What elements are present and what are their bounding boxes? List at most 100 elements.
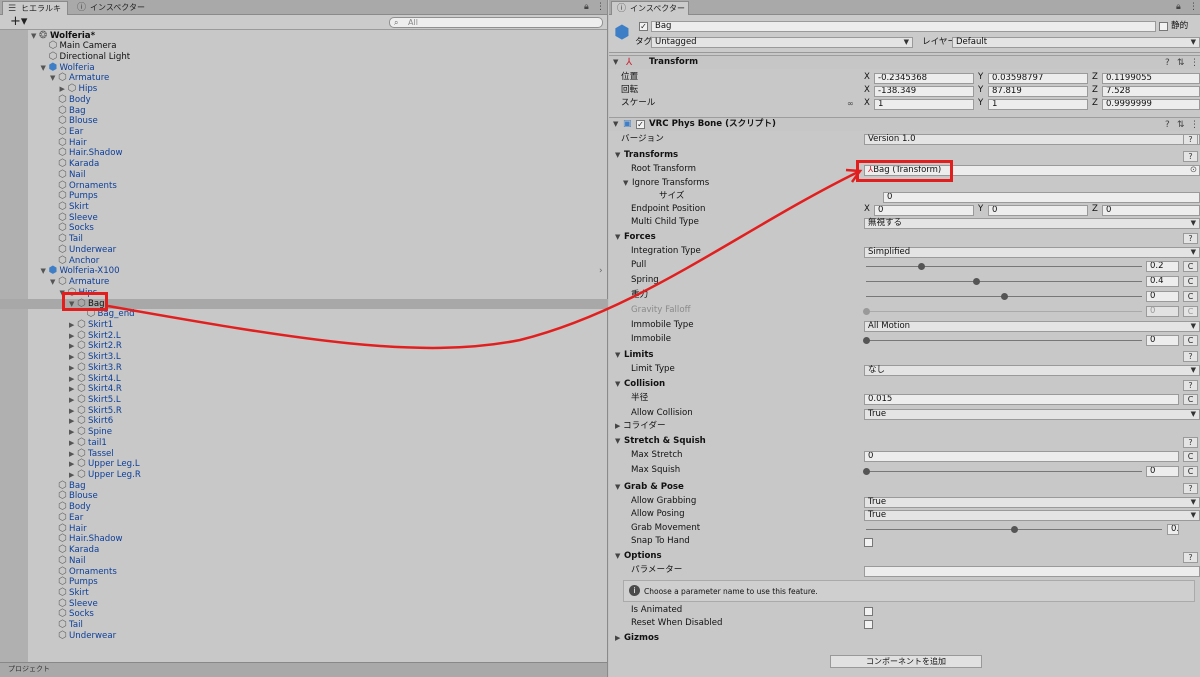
hierarchy-row[interactable]: ⬡ Bag	[0, 480, 608, 492]
endpoint-z-field[interactable]: 0	[1102, 205, 1200, 216]
hierarchy-row[interactable]: ⬡ Bag	[0, 105, 608, 117]
hierarchy-row[interactable]: ⬡ Hair	[0, 137, 608, 149]
hierarchy-row[interactable]: ⬡ Underwear	[0, 244, 608, 256]
hierarchy-row[interactable]: ⬡ Karada	[0, 545, 608, 556]
hierarchy-row[interactable]: ⬡ Skirt	[0, 202, 608, 213]
expand-arrow-right-icon[interactable]: ▶	[69, 438, 74, 448]
gravity-slider-value-field[interactable]: 0	[1146, 291, 1179, 302]
pull-slider-knob[interactable]	[918, 263, 926, 270]
expand-arrow-right-icon[interactable]: ▶	[69, 352, 74, 362]
immobile-slider-knob[interactable]	[863, 337, 870, 344]
hierarchy-row[interactable]: ⬡ Ear	[0, 126, 608, 138]
hierarchy-row[interactable]: ▶ ⬡ Skirt2.L	[0, 330, 608, 342]
expand-arrow-right-icon[interactable]: ▶	[69, 363, 74, 373]
hierarchy-row[interactable]: ⬡ Skirt	[0, 587, 608, 599]
endpoint-x-field[interactable]: 0	[874, 205, 974, 216]
preset-icon[interactable]: ⇅	[1177, 58, 1185, 68]
hierarchy-row[interactable]: ⬡ Sleeve	[0, 212, 608, 224]
hierarchy-search-input[interactable]: ⌕ All	[389, 17, 603, 28]
hierarchy-row[interactable]: ⬡ Main Camera	[0, 41, 608, 52]
hierarchy-row[interactable]: ⬡ Blouse	[0, 491, 608, 502]
hierarchy-row[interactable]: ⬡ Socks	[0, 223, 608, 234]
hierarchy-row[interactable]: ⬡ Hair	[0, 523, 608, 535]
fold-arrow-icon[interactable]: ▼	[615, 350, 620, 361]
scale-z-field[interactable]: 0.9999999	[1102, 99, 1200, 110]
hierarchy-row[interactable]: ▼ ❂ Wolferia*	[0, 30, 608, 42]
expand-arrow-right-icon[interactable]: ▶	[69, 459, 74, 469]
limit-type-dropdown[interactable]: なし ▼	[864, 365, 1200, 376]
hierarchy-row[interactable]: ▶ ⬡ Skirt3.L	[0, 352, 608, 363]
hierarchy-row[interactable]: ⬡ Body	[0, 94, 608, 106]
hierarchy-row[interactable]: ⬡ Ear	[0, 512, 608, 524]
immobile-slider-value-field[interactable]: 0	[1146, 335, 1179, 346]
expand-arrow-right-icon[interactable]: ▶	[69, 341, 74, 351]
help-button[interactable]: ?	[1183, 437, 1198, 448]
hierarchy-row[interactable]: ▶ ⬡ Skirt2.R	[0, 341, 608, 352]
rotation-y-field[interactable]: 87.819	[988, 86, 1088, 97]
hierarchy-row[interactable]: ⬡ Body	[0, 502, 608, 513]
curve-button[interactable]: C	[1183, 451, 1198, 462]
hierarchy-row[interactable]: ⬡ Sleeve	[0, 598, 608, 610]
hierarchy-row[interactable]: ⬡ Tail	[0, 620, 608, 631]
reset-when-disabled-checkbox[interactable]	[864, 620, 873, 629]
hierarchy-row[interactable]: ⬡ Underwear	[0, 630, 608, 642]
fold-arrow-icon[interactable]: ▼	[615, 482, 620, 493]
hierarchy-row[interactable]: ▼ ⬢ Wolferia-X100 ›	[0, 266, 608, 277]
endpoint-y-field[interactable]: 0	[988, 205, 1088, 216]
position-z-field[interactable]: 0.1199055	[1102, 73, 1200, 84]
help-button[interactable]: ?	[1183, 134, 1198, 145]
expand-arrow-down-icon[interactable]: ▼	[41, 63, 46, 73]
grab-movement-slider-knob[interactable]	[1011, 526, 1018, 533]
expand-arrow-right-icon[interactable]: ▶	[69, 374, 74, 384]
fold-arrow-right-icon[interactable]: ▶	[615, 633, 620, 644]
hierarchy-row[interactable]: ▶ ⬡ Upper Leg.L	[0, 459, 608, 470]
lock-icon[interactable]: 🔒︎	[1176, 2, 1181, 12]
help-button[interactable]: ?	[1183, 380, 1198, 391]
spring-slider-value-field[interactable]: 0.4	[1146, 276, 1179, 287]
radius-field[interactable]: 0.015	[864, 394, 1179, 405]
expand-arrow-right-icon[interactable]: ▶	[69, 406, 74, 416]
expand-arrow-right-icon[interactable]: ▶	[69, 427, 74, 437]
chevron-right-icon[interactable]: ›	[599, 266, 603, 276]
max-stretch-field[interactable]: 0	[864, 451, 1179, 462]
allow-grabbing-dropdown[interactable]: True ▼	[864, 497, 1200, 508]
hierarchy-row[interactable]: ⬡ Tail	[0, 234, 608, 245]
kebab-menu-icon[interactable]: ⋮	[596, 2, 605, 12]
spring-slider-knob[interactable]	[973, 278, 981, 285]
hierarchy-row[interactable]: ⬡ Blouse	[0, 116, 608, 127]
hierarchy-row[interactable]: ▶ ⬡ Skirt4.L	[0, 373, 608, 385]
allow-posing-dropdown[interactable]: True ▼	[864, 510, 1200, 521]
fold-arrow-right-icon[interactable]: ▶	[615, 421, 620, 432]
hierarchy-row[interactable]: ⬡ Ornaments	[0, 566, 608, 578]
immobile-type-dropdown[interactable]: All Motion ▼	[864, 321, 1200, 332]
rotation-x-field[interactable]: -138.349	[874, 86, 974, 97]
hierarchy-row[interactable]: ⬡ Hair.Shadow	[0, 148, 608, 159]
expand-arrow-right-icon[interactable]: ▶	[69, 384, 74, 394]
scale-y-field[interactable]: 1	[988, 99, 1088, 110]
pull-slider-value-field[interactable]: 0.2	[1146, 261, 1179, 272]
expand-arrow-right-icon[interactable]: ▶	[69, 331, 74, 341]
expand-arrow-right-icon[interactable]: ▶	[69, 449, 74, 459]
help-button[interactable]: ?	[1183, 151, 1198, 162]
kebab-menu-icon[interactable]: ⋮	[1190, 120, 1199, 130]
project-tab[interactable]: プロジェクト	[0, 662, 607, 677]
curve-button[interactable]: C	[1183, 394, 1198, 405]
fold-arrow-icon[interactable]: ▼	[615, 551, 620, 562]
is-animated-checkbox[interactable]	[864, 607, 873, 616]
physbone-enabled-checkbox[interactable]: ✓	[636, 120, 645, 129]
hierarchy-row[interactable]: ⬡ Pumps	[0, 577, 608, 588]
fold-arrow-icon[interactable]: ▼	[615, 150, 620, 161]
help-button[interactable]: ?	[1183, 233, 1198, 244]
expand-arrow-right-icon[interactable]: ▶	[69, 470, 74, 480]
help-button[interactable]: ?	[1183, 552, 1198, 563]
hierarchy-row[interactable]: ⬡ Anchor	[0, 255, 608, 267]
hierarchy-row[interactable]: ⬡ Directional Light	[0, 51, 608, 63]
transform-header[interactable]: ▼ ⅄ Transform ? ⇅ ⋮	[609, 55, 1200, 69]
fold-arrow-icon[interactable]: ▼	[623, 178, 628, 189]
integration-type-dropdown[interactable]: Simplified ▼	[864, 247, 1200, 258]
kebab-menu-icon[interactable]: ⋮	[1190, 58, 1199, 68]
expand-arrow-down-icon[interactable]: ▼	[31, 31, 36, 41]
curve-button[interactable]: C	[1183, 276, 1198, 287]
hierarchy-row[interactable]: ⬡ Ornaments	[0, 180, 608, 192]
help-button[interactable]: ?	[1183, 483, 1198, 494]
